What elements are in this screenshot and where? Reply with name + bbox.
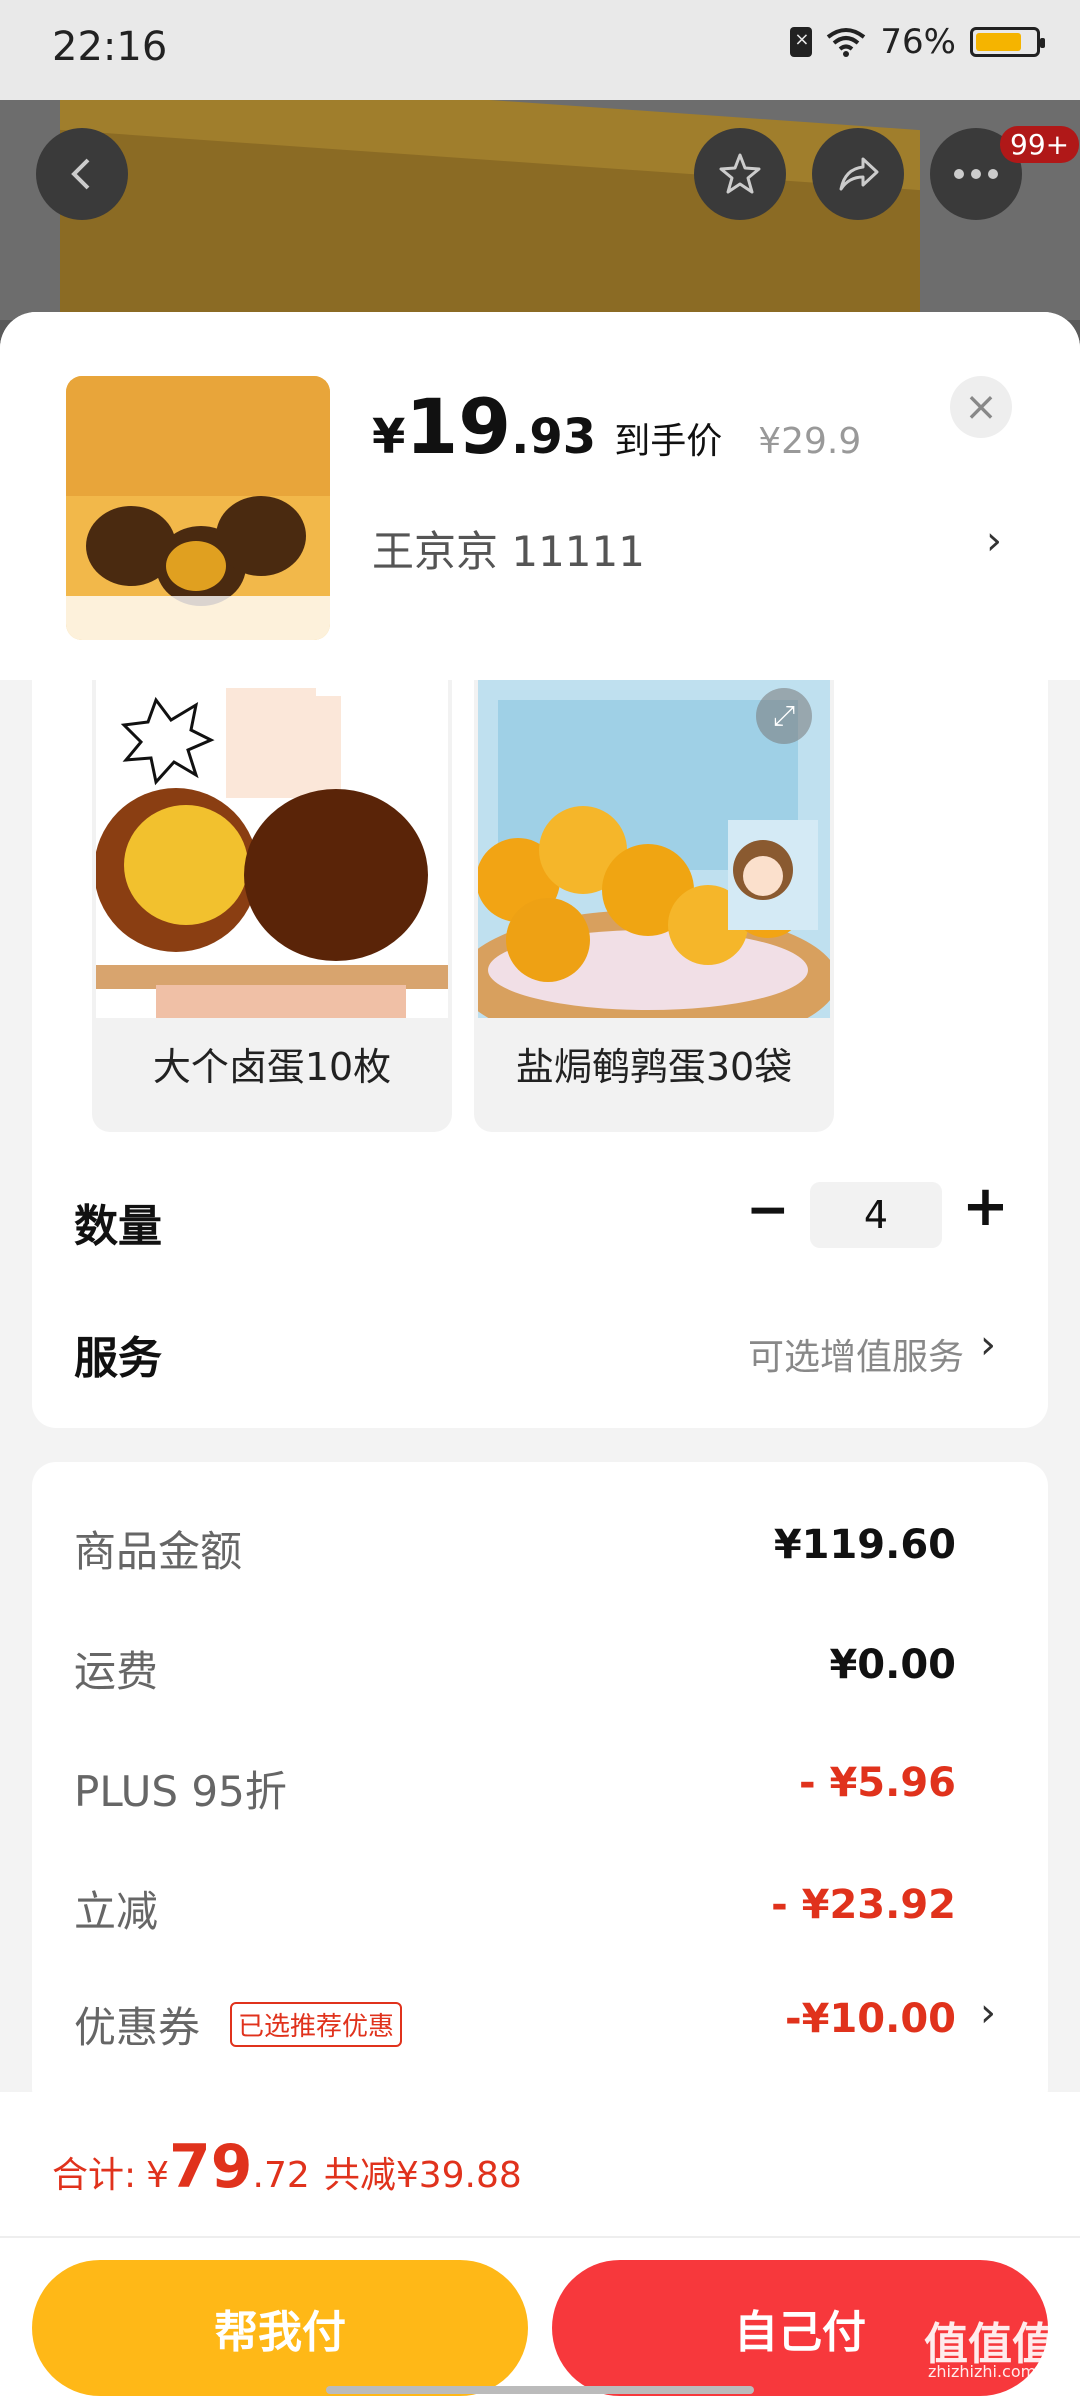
address-text[interactable]: 王京京 11111 <box>372 518 645 579</box>
option-card[interactable]: ⤢ 盐焗鹌鹑蛋30袋 <box>474 680 834 1132</box>
chevron-right-icon[interactable]: › <box>986 518 1002 564</box>
checkout-footer: 合计: ¥ 79 .72 共减¥39.88 帮我付 自己付 值值值 zhizhi… <box>0 2092 1080 2400</box>
favorite-button[interactable] <box>694 128 786 220</box>
back-button[interactable] <box>36 128 128 220</box>
watermark-subtext: zhizhizhi.com <box>928 2362 1037 2381</box>
background-product-image <box>0 100 1080 320</box>
product-thumbnail[interactable] <box>66 376 330 640</box>
coupon-label: 优惠券 <box>74 2003 201 2052</box>
close-button[interactable]: × <box>950 376 1012 438</box>
price-symbol: ¥ <box>372 409 406 465</box>
wifi-icon <box>827 28 866 57</box>
total-integer: 79 <box>169 2132 253 2202</box>
close-icon: × <box>964 384 998 430</box>
purchase-sheet: ¥ 19 .93 到手价 ¥29.9 × 王京京 11111 › 大个卤蛋10枚 <box>0 312 1080 2400</box>
help-pay-button[interactable]: 帮我付 <box>32 2260 528 2396</box>
option-card[interactable]: 大个卤蛋10枚 <box>92 680 452 1132</box>
status-bar: 22:16 76% <box>0 0 1080 100</box>
share-button[interactable] <box>812 128 904 220</box>
coupon-tag: 已选推荐优惠 <box>230 2002 403 2047</box>
divider <box>0 2236 1080 2238</box>
option-label: 盐焗鹌鹑蛋30袋 <box>515 1045 793 1089</box>
summary-label: 立减 <box>74 1887 159 1936</box>
sheet-header: ¥ 19 .93 到手价 ¥29.9 × 王京京 11111 › <box>0 312 1080 680</box>
price-summary-panel: 商品金额 ¥119.60 运费 ¥0.00 PLUS 95折 - ¥5.96 立… <box>32 1462 1048 2112</box>
battery-icon <box>970 27 1045 57</box>
price-row: ¥ 19 .93 到手价 ¥29.9 <box>372 382 861 471</box>
service-label: 服务 <box>74 1333 162 1384</box>
price-label: 到手价 <box>614 421 723 462</box>
summary-label: PLUS 95折 <box>74 1767 287 1816</box>
price-integer: 19 <box>405 382 512 471</box>
battery-percent: 76% <box>880 22 956 62</box>
quantity-input[interactable]: 4 <box>810 1182 942 1248</box>
summary-label: 商品金额 <box>74 1527 243 1576</box>
total-label: 合计: <box>52 2155 137 2196</box>
home-indicator[interactable] <box>326 2386 754 2394</box>
total-decimal: .72 <box>252 2155 310 2196</box>
share-icon <box>839 157 879 191</box>
star-icon <box>719 153 761 194</box>
service-value[interactable]: 可选增值服务 <box>748 1328 964 1380</box>
chevron-right-icon[interactable]: › <box>980 1990 996 2036</box>
summary-value: - ¥23.92 <box>771 1882 956 1928</box>
total-saved: 共减¥39.88 <box>323 2155 522 2196</box>
cart-badge: 99+ <box>1000 126 1080 163</box>
quantity-plus-button[interactable]: + <box>962 1174 1009 1239</box>
chevron-right-icon[interactable]: › <box>980 1322 996 1368</box>
option-label: 大个卤蛋10枚 <box>152 1045 392 1089</box>
summary-label: 运费 <box>74 1647 159 1696</box>
total-row: 合计: ¥ 79 .72 共减¥39.88 <box>52 2132 522 2202</box>
summary-value: ¥0.00 <box>829 1642 956 1688</box>
original-price: ¥29.9 <box>758 421 862 462</box>
sim-icon <box>790 27 813 57</box>
option-image-braised-egg <box>96 680 448 1018</box>
total-symbol: ¥ <box>146 2155 170 2196</box>
options-panel: 大个卤蛋10枚 ⤢ 盐焗鹌鹑蛋30袋 数量 − 4 + 服务 可选增值服务 › <box>32 680 1048 1428</box>
expand-icon[interactable]: ⤢ <box>756 688 812 744</box>
summary-value: - ¥5.96 <box>798 1760 956 1806</box>
quantity-label: 数量 <box>74 1201 162 1252</box>
chevron-left-icon <box>71 158 90 190</box>
price-decimal: .93 <box>511 409 597 465</box>
coupon-value[interactable]: -¥10.00 <box>785 1996 956 2042</box>
quantity-minus-button[interactable]: − <box>746 1180 790 1240</box>
summary-value: ¥119.60 <box>773 1522 956 1568</box>
more-dots-icon <box>954 169 998 179</box>
status-time: 22:16 <box>52 24 168 70</box>
